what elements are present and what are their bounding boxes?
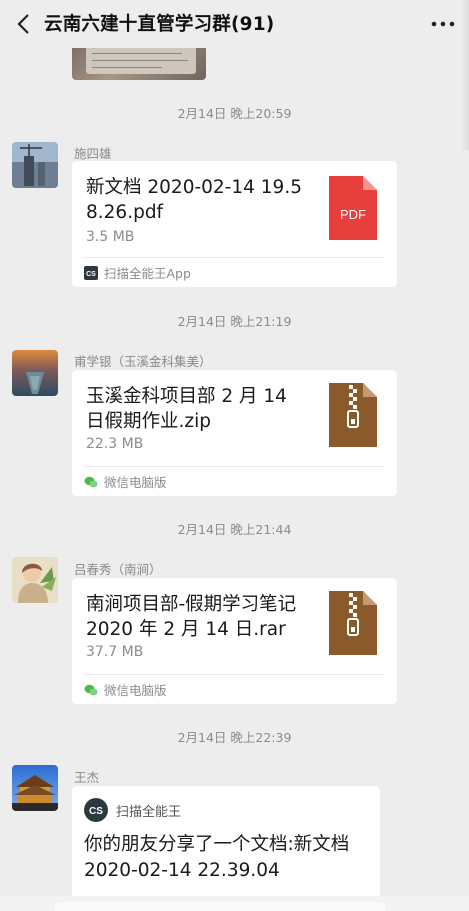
wechat-icon [84,684,98,695]
timestamp: 2月14日 晚上20:59 [177,106,292,121]
chevron-left-icon [17,14,29,34]
wechat-icon [84,476,98,487]
file-message-card[interactable]: 玉溪金科项目部 2 月 14 日假期作业.zip 22.3 MB 微信电脑版 [72,370,397,496]
file-name: 南涧项目部-假期学习笔记 2020 年 2 月 14 日.rar [86,594,297,640]
source-label: 微信电脑版 [104,475,167,490]
back-button[interactable] [8,8,40,40]
chat-header: 云南六建十直管学习群(91) [0,0,469,48]
shared-image-thumbnail[interactable] [72,48,206,80]
divider [84,466,385,467]
source-row: 微信电脑版 [84,680,167,699]
shared-link-card[interactable]: CS 扫描全能王 你的朋友分享了一个文档:新文档 2020-02-14 22.3… [72,786,380,896]
source-row: 微信电脑版 [84,472,167,491]
file-name: 玉溪金科项目部 2 月 14 日假期作业.zip [86,386,287,432]
source-label: 微信电脑版 [104,683,167,698]
avatar[interactable] [12,557,58,603]
timestamp: 2月14日 晚上21:19 [177,314,292,329]
app-row: CS 扫描全能王 [84,798,181,822]
share-text: 你的朋友分享了一个文档:新文档 2020-02-14 22.39.04 [84,834,350,881]
app-icon-label: CS [89,806,103,817]
file-size: 37.7 MB [86,644,144,660]
zip-icon [329,383,377,447]
sender-name: 王杰 [74,770,100,785]
sender-name: 甫学银（玉溪金科集美） [74,354,212,369]
app-name: 扫描全能王 [116,804,182,820]
timestamp: 2月14日 晚上21:44 [177,522,292,537]
camscanner-icon: CS [84,798,108,822]
divider [84,674,385,675]
file-size: 22.3 MB [86,436,144,452]
ellipsis-icon [431,21,455,27]
timestamp: 2月14日 晚上22:39 [177,730,292,745]
svg-text:CS: CS [86,271,96,278]
avatar-image [12,350,58,396]
pdf-icon: PDF [329,176,377,240]
avatar-image [12,557,58,603]
file-message-card[interactable]: 新文档 2020-02-14 19.58.26.pdf 3.5 MB PDF C… [72,161,397,287]
notebook-photo [86,48,196,74]
avatar[interactable] [12,765,58,811]
avatar-image [12,142,58,188]
source-label: 扫描全能王App [104,266,191,281]
file-message-card[interactable]: 南涧项目部-假期学习笔记 2020 年 2 月 14 日.rar 37.7 MB… [72,578,397,704]
more-options-button[interactable] [429,12,457,36]
avatar-image [12,765,58,811]
avatar[interactable] [12,350,58,396]
divider [84,257,385,258]
camscanner-icon: CS [84,265,98,280]
source-row: CS 扫描全能王App [84,263,191,282]
avatar[interactable] [12,142,58,188]
pdf-label: PDF [340,207,366,222]
sender-name: 施四雄 [74,146,112,161]
scrollbar[interactable] [461,0,469,150]
sender-name: 吕春秀（南涧） [74,562,162,577]
file-size: 3.5 MB [86,229,135,245]
bottom-bar [0,896,469,911]
rar-icon [329,591,377,655]
chat-title: 云南六建十直管学习群(91) [44,14,275,35]
file-name: 新文档 2020-02-14 19.58.26.pdf [86,177,302,223]
input-area[interactable] [55,902,385,911]
